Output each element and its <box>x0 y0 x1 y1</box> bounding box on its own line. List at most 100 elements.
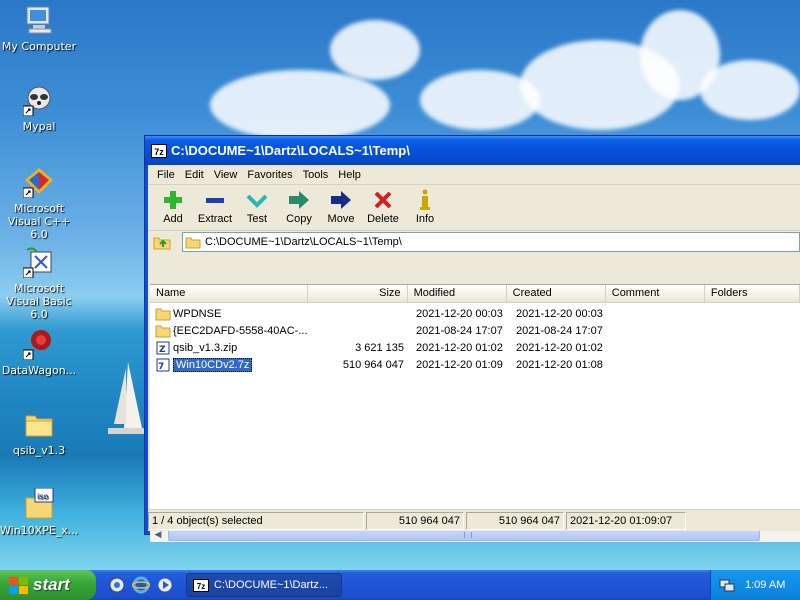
extract-icon <box>204 189 226 211</box>
list-item-name-cell: Z qsib_v1.3.zip <box>150 341 310 355</box>
folder-icon <box>155 308 171 320</box>
archive-file-icon: Z <box>156 341 170 355</box>
desktop-icon-win10xpe[interactable]: iso Win10XPE_x... <box>0 487 79 537</box>
menu-help[interactable]: Help <box>333 169 366 181</box>
iso-file-icon: iso <box>23 487 55 520</box>
7zip-app-icon: 7z <box>151 143 167 158</box>
add-label: Add <box>163 213 183 225</box>
list-item-name: WPDNSE <box>173 307 222 320</box>
list-item-modified: 2021-12-20 00:03 <box>416 307 503 320</box>
list-item-size: 510 964 047 <box>342 358 404 371</box>
info-button[interactable]: Info <box>404 185 446 230</box>
start-label: start <box>33 575 70 594</box>
address-bar: C:\DOCUME~1\Dartz\LOCALS~1\Temp\ <box>148 231 800 253</box>
list-item-name-cell: {EEC2DAFD-5558-40AC-... <box>150 324 310 338</box>
system-tray: 1:09 AM <box>710 570 800 600</box>
list-item-name: {EEC2DAFD-5558-40AC-... <box>173 324 308 337</box>
column-header-folders[interactable]: Folders <box>705 285 800 302</box>
file-list: Name Size Modified Created Comment Folde… <box>150 284 800 542</box>
address-text: C:\DOCUME~1\Dartz\LOCALS~1\Temp\ <box>205 236 402 248</box>
desktop-icon-label: My Computer <box>1 40 77 53</box>
column-header-name[interactable]: Name <box>150 285 309 302</box>
list-rows: WPDNSE 2021-12-20 00:03 2021-12-20 00:03… <box>150 303 800 373</box>
svg-text:7: 7 <box>158 362 164 372</box>
move-label: Move <box>327 213 355 225</box>
desktop-icon-qsib[interactable]: qsib_v1.3 <box>0 408 78 457</box>
cloud <box>330 20 420 80</box>
windows-flag-icon <box>8 576 28 594</box>
list-item-modified: 2021-12-20 01:09 <box>416 358 503 371</box>
start-button[interactable]: start <box>0 570 96 600</box>
list-item[interactable]: WPDNSE 2021-12-20 00:03 2021-12-20 00:03 <box>150 305 800 322</box>
copy-icon <box>288 189 310 211</box>
menu-file[interactable]: File <box>152 169 180 181</box>
address-input[interactable]: C:\DOCUME~1\Dartz\LOCALS~1\Temp\ <box>182 232 800 252</box>
menu-view[interactable]: View <box>209 169 243 181</box>
visual-cpp-icon <box>22 166 55 199</box>
internet-explorer-icon[interactable] <box>132 576 150 594</box>
info-label: Info <box>415 213 435 225</box>
menu-favorites[interactable]: Favorites <box>242 169 297 181</box>
test-label: Test <box>246 213 268 225</box>
list-item-name-cell: WPDNSE <box>150 307 310 321</box>
test-button[interactable]: Test <box>236 185 278 230</box>
status-size: 510 964 047 <box>366 511 464 530</box>
list-item-created: 2021-12-20 01:08 <box>516 358 603 371</box>
extract-label: Extract <box>197 213 233 225</box>
copy-button[interactable]: Copy <box>278 185 320 230</box>
grip-icon <box>464 532 472 538</box>
list-item-selected[interactable]: 7 Win10CDv2.7z 510 964 047 2021-12-20 01… <box>150 356 800 373</box>
column-header-comment[interactable]: Comment <box>606 285 705 302</box>
list-header: Name Size Modified Created Comment Folde… <box>150 285 800 303</box>
menu-edit[interactable]: Edit <box>180 169 209 181</box>
svg-text:Z: Z <box>159 345 166 355</box>
svg-text:iso: iso <box>37 492 48 501</box>
network-icon[interactable] <box>719 577 735 593</box>
cloud <box>700 60 800 120</box>
list-item[interactable]: {EEC2DAFD-5558-40AC-... 2021-08-24 17:07… <box>150 322 800 339</box>
folder-icon <box>185 237 201 248</box>
list-item-size: 3 621 135 <box>355 341 404 354</box>
window-title: C:\DOCUME~1\Dartz\LOCALS~1\Temp\ <box>171 143 410 158</box>
status-datetime: 2021-12-20 01:09:07 <box>566 511 686 530</box>
datawagon-icon <box>22 328 55 361</box>
menu-tools[interactable]: Tools <box>298 169 334 181</box>
info-icon <box>414 189 436 211</box>
media-player-icon[interactable] <box>156 576 174 594</box>
desktop-icon-my-computer[interactable]: My Computer <box>0 4 78 53</box>
window-body: File Edit View Favorites Tools Help Add … <box>148 165 800 542</box>
desktop-icon-mypal[interactable]: Mypal <box>0 84 78 133</box>
add-button[interactable]: Add <box>152 185 194 230</box>
delete-button[interactable]: Delete <box>362 185 404 230</box>
folder-icon <box>23 408 55 440</box>
desktop-icon-label: qsib_v1.3 <box>12 444 66 457</box>
desktop-icon-visual-basic[interactable]: Microsoft Visual Basic 6.0 <box>0 246 78 321</box>
desktop-icon-visual-cpp[interactable]: Microsoft Visual C++ 6.0 <box>0 166 78 241</box>
desktop-icon-label: Win10XPE_x... <box>0 524 79 537</box>
desktop-icon-label: Microsoft Visual Basic 6.0 <box>6 282 72 321</box>
window-titlebar[interactable]: 7z C:\DOCUME~1\Dartz\LOCALS~1\Temp\ <box>145 136 800 165</box>
list-item-created: 2021-12-20 01:02 <box>516 341 603 354</box>
column-header-modified[interactable]: Modified <box>408 285 507 302</box>
move-button[interactable]: Move <box>320 185 362 230</box>
column-header-created[interactable]: Created <box>507 285 606 302</box>
copy-label: Copy <box>286 213 312 225</box>
move-icon <box>330 189 352 211</box>
list-item[interactable]: Z qsib_v1.3.zip 3 621 135 2021-12-20 01:… <box>150 339 800 356</box>
my-computer-icon <box>23 4 55 36</box>
clock[interactable]: 1:09 AM <box>745 579 785 591</box>
list-item-name-cell: 7 Win10CDv2.7z <box>150 357 310 372</box>
desktop-icon-datawagon[interactable]: DataWagon... <box>0 328 78 377</box>
status-bar: 1 / 4 object(s) selected 510 964 047 510… <box>148 509 800 531</box>
taskbar-window-button[interactable]: 7z C:\DOCUME~1\Dartz... <box>186 573 342 597</box>
delete-label: Delete <box>367 213 399 225</box>
desktop-icon-label: DataWagon... <box>1 364 77 377</box>
list-item-name: Win10CDv2.7z <box>173 357 253 372</box>
add-icon <box>162 189 184 211</box>
7z-archive-icon: 7 <box>156 358 170 372</box>
column-header-size[interactable]: Size <box>308 285 408 302</box>
extract-button[interactable]: Extract <box>194 185 236 230</box>
quicklaunch-settings-icon[interactable] <box>108 576 126 594</box>
list-item-modified: 2021-12-20 01:02 <box>416 341 503 354</box>
up-folder-button[interactable] <box>152 233 172 251</box>
